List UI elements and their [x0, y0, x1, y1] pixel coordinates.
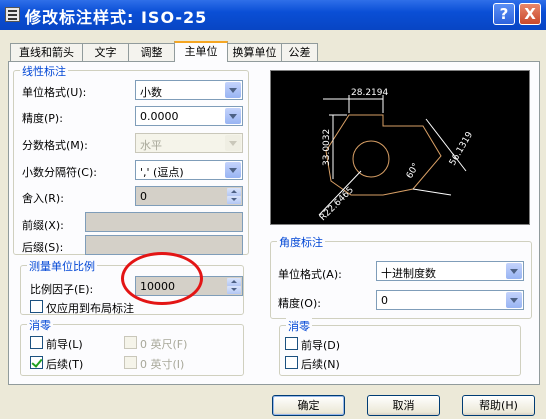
ok-button[interactable]: 确定 [272, 395, 345, 416]
chevron-down-icon[interactable] [225, 82, 241, 98]
preview-dim-top: 28.2194 [351, 88, 388, 98]
tab-lines-arrows[interactable]: 直线和箭头 [10, 43, 83, 61]
decimal-separator-select[interactable]: ',' (逗点) [135, 160, 243, 180]
unit-format-label: 单位格式(U): [22, 86, 87, 99]
chevron-down-icon[interactable] [506, 292, 522, 308]
trailing-zero-label: 后续(T) [46, 358, 84, 371]
angular-precision-select[interactable]: 0 [376, 290, 524, 310]
scale-factor-label: 比例因子(E): [30, 283, 94, 296]
chevron-down-icon[interactable] [225, 162, 241, 178]
trailing-zero-checkbox[interactable] [30, 356, 43, 369]
group-title: 角度标注 [277, 234, 325, 250]
zero-inches-checkbox[interactable] [124, 356, 137, 369]
prefix-input[interactable] [85, 212, 243, 232]
angular-unit-format-select[interactable]: 十进制度数 [376, 261, 524, 281]
chevron-down-icon[interactable] [506, 263, 522, 279]
spinner-arrows-icon[interactable] [227, 188, 241, 204]
zero-inches-label: 0 英寸(I) [140, 358, 185, 371]
cancel-button[interactable]: 取消 [367, 395, 440, 416]
unit-format-value: 小数 [140, 86, 162, 99]
preview-dim-angle: 60° [405, 162, 422, 181]
spinner-arrows-icon[interactable] [227, 278, 241, 294]
chevron-down-icon[interactable] [225, 135, 241, 151]
precision-value: 0.0000 [140, 110, 179, 123]
preview-dim-radius: R22.6465 [318, 185, 356, 223]
precision-label: 精度(P): [22, 112, 63, 125]
roundoff-spinner[interactable]: 0 [135, 186, 243, 206]
preview-dim-right: 56.1319 [448, 130, 475, 167]
suffix-label: 后缀(S): [22, 241, 64, 254]
preview-drawing: 28.2194 33.0032 56.1319 60° R22.6465 [318, 88, 475, 223]
group-title: 测量单位比例 [27, 258, 97, 274]
roundoff-label: 舍入(R): [22, 192, 64, 205]
angular-precision-value: 0 [381, 294, 388, 307]
window-title: 修改标注样式: ISO-25 [25, 8, 208, 27]
angular-unit-format-label: 单位格式(A): [278, 268, 342, 281]
help-button[interactable]: 帮助(H) [462, 395, 535, 416]
group-title: 消零 [286, 318, 312, 334]
red-highlight-circle [121, 252, 203, 305]
angular-unit-format-value: 十进制度数 [381, 267, 436, 280]
decimal-separator-value: ',' (逗点) [140, 166, 184, 179]
leading-zero-label: 前导(L) [46, 338, 83, 351]
precision-select[interactable]: 0.0000 [135, 106, 243, 126]
chevron-down-icon[interactable] [225, 108, 241, 124]
angular-leading-zero-checkbox[interactable] [285, 337, 298, 350]
fraction-format-value: 水平 [140, 139, 162, 152]
leading-zero-checkbox[interactable] [30, 336, 43, 349]
group-title: 线性标注 [20, 63, 68, 79]
angular-leading-zero-label: 前导(D) [301, 339, 341, 352]
title-bar[interactable]: 修改标注样式: ISO-25 ? X [0, 0, 546, 30]
fraction-format-label: 分数格式(M): [22, 139, 88, 152]
tab-tolerances[interactable]: 公差 [281, 43, 318, 61]
app-icon [5, 7, 20, 22]
dimension-preview: 28.2194 33.0032 56.1319 60° R22.6465 [270, 70, 530, 225]
layout-only-checkbox[interactable] [30, 300, 43, 313]
angular-trailing-zero-label: 后续(N) [301, 358, 340, 371]
help-title-button[interactable]: ? [493, 3, 515, 25]
roundoff-value: 0 [140, 190, 147, 203]
fraction-format-select[interactable]: 水平 [135, 133, 243, 153]
tab-text[interactable]: 文字 [82, 43, 129, 61]
layout-only-label: 仅应用到布局标注 [46, 302, 134, 315]
angular-precision-label: 精度(O): [278, 297, 321, 310]
preview-dim-left: 33.0032 [322, 129, 332, 166]
unit-format-select[interactable]: 小数 [135, 80, 243, 100]
tab-primary-units[interactable]: 主单位 [174, 41, 228, 62]
angular-trailing-zero-checkbox[interactable] [285, 356, 298, 369]
zero-feet-label: 0 英尺(F) [140, 338, 188, 351]
prefix-label: 前缀(X): [22, 219, 64, 232]
zero-feet-checkbox[interactable] [124, 336, 137, 349]
preview-part-outline [325, 114, 442, 196]
tab-alternate-units[interactable]: 换算单位 [227, 43, 282, 61]
tab-fit[interactable]: 调整 [128, 43, 175, 61]
decimal-separator-label: 小数分隔符(C): [22, 166, 97, 179]
close-button[interactable]: X [519, 3, 541, 25]
dimension-style-dialog: 修改标注样式: ISO-25 ? X 直线和箭头 文字 调整 主单位 换算单位 … [0, 0, 546, 419]
group-title: 消零 [27, 317, 53, 333]
